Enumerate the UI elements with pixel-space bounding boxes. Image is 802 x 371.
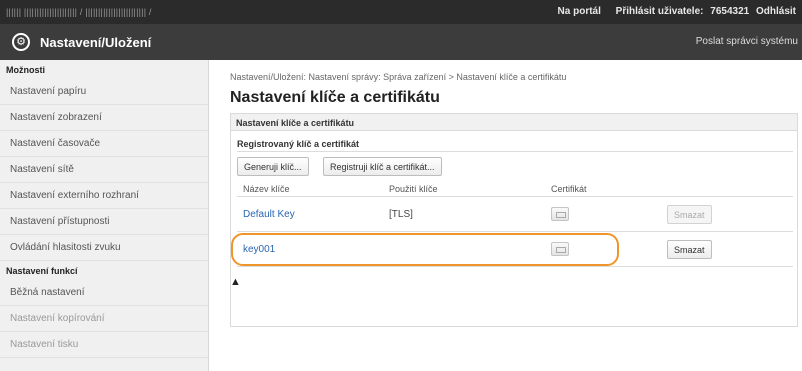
column-certificate: Certifikát: [551, 184, 587, 194]
sidebar-section-functions: Nastavení funkcí: [6, 266, 78, 276]
table-header: Název klíče Použití klíče Certifikát: [237, 181, 793, 197]
sidebar-item-common[interactable]: Běžná nastavení: [0, 280, 208, 306]
generate-key-button[interactable]: Generuji klíč...: [237, 157, 309, 176]
portal-link[interactable]: Na portál: [558, 6, 601, 17]
main-content: Nastavení/Uložení: Nastavení správy: Spr…: [230, 60, 802, 371]
register-key-button[interactable]: Registruji klíč a certifikát...: [323, 157, 442, 176]
sidebar-item-network[interactable]: Nastavení sítě: [0, 157, 208, 183]
back-to-top-icon[interactable]: ▲: [230, 276, 241, 288]
key-settings-panel: Nastavení klíče a certifikátu Registrova…: [230, 113, 798, 327]
certificate-icon[interactable]: [551, 207, 569, 221]
column-key-use: Použití klíče: [389, 184, 438, 194]
send-to-admin-link[interactable]: Poslat správci systému: [696, 36, 798, 47]
registered-keys-heading: Registrovaný klíč a certifikát: [237, 139, 360, 149]
sidebar-item-external-interface[interactable]: Nastavení externího rozhraní: [0, 183, 208, 209]
top-bar: |||||| ||||||||||||||||||||| / |||||||||…: [0, 0, 802, 24]
sidebar-section-options: Možnosti: [6, 65, 45, 75]
sidebar-item-copy[interactable]: Nastavení kopírování: [0, 306, 208, 332]
key-use: [TLS]: [389, 209, 413, 220]
sidebar-item-display[interactable]: Nastavení zobrazení: [0, 105, 208, 131]
certificate-icon[interactable]: [551, 242, 569, 256]
page-title: Nastavení klíče a certifikátu: [230, 89, 440, 106]
sidebar-item-timer[interactable]: Nastavení časovače: [0, 131, 208, 157]
delete-button[interactable]: Smazat: [667, 240, 712, 259]
user-id: 7654321: [710, 6, 750, 17]
table-row: key001 Smazat: [237, 233, 793, 267]
column-key-name: Název klíče: [243, 184, 290, 194]
sidebar-item-print[interactable]: Nastavení tisku: [0, 332, 208, 358]
title-bar: ⚙ Nastavení/Uložení Poslat správci systé…: [0, 24, 802, 60]
key-name-link[interactable]: key001: [243, 244, 275, 255]
logged-user-label: Přihlásit uživatele:: [615, 6, 704, 17]
breadcrumb: Nastavení/Uložení: Nastavení správy: Spr…: [230, 72, 567, 82]
table-row: Default Key [TLS] Smazat: [237, 198, 793, 232]
panel-header: Nastavení klíče a certifikátu: [231, 114, 797, 131]
sidebar: Možnosti Nastavení papíru Nastavení zobr…: [0, 60, 209, 371]
sidebar-item-accessibility[interactable]: Nastavení přístupnosti: [0, 209, 208, 235]
key-name-link[interactable]: Default Key: [243, 209, 295, 220]
logout-link[interactable]: Odhlásit: [756, 6, 796, 17]
app-title: Nastavení/Uložení: [40, 35, 152, 50]
settings-icon: ⚙: [12, 33, 30, 51]
delete-button: Smazat: [667, 205, 712, 224]
divider: [237, 151, 793, 152]
sidebar-item-volume[interactable]: Ovládání hlasitosti zvuku: [0, 235, 208, 261]
top-links: Na portál Přihlásit uživatele: 7654321 O…: [546, 6, 796, 17]
sidebar-item-paper[interactable]: Nastavení papíru: [0, 79, 208, 105]
device-address: |||||| ||||||||||||||||||||| / |||||||||…: [6, 7, 152, 17]
